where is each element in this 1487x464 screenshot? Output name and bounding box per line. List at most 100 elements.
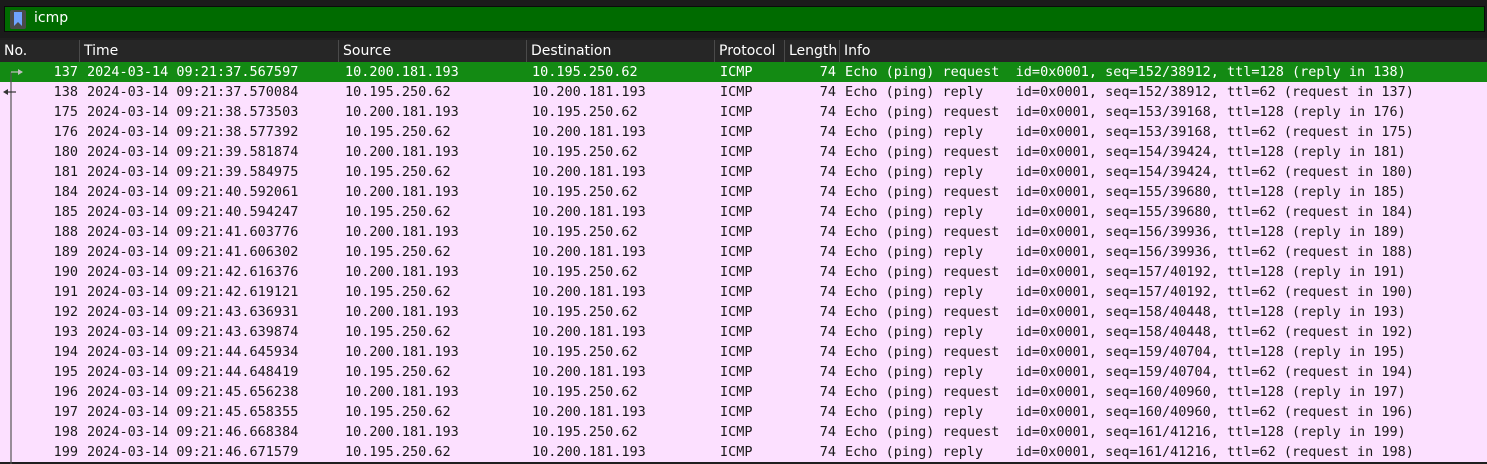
packet-time: 2024-03-14 09:21:37.567597 [87,64,299,80]
packet-time: 2024-03-14 09:21:39.581874 [87,144,299,160]
packet-protocol: ICMP [720,244,753,260]
packet-time: 2024-03-14 09:21:45.658355 [87,404,299,420]
packet-info: Echo (ping) reply id=0x0001, seq=153/391… [845,124,1414,140]
packet-list-header: No. Time Source Destination Protocol Len… [0,40,1487,62]
packet-protocol: ICMP [720,164,753,180]
packet-length: 74 [819,404,836,420]
column-header-source[interactable]: Source [339,40,527,62]
packet-destination: 10.200.181.193 [532,244,646,260]
packet-row[interactable]: 190 2024-03-14 09:21:42.616376 10.200.181.… [0,262,1487,282]
packet-time: 2024-03-14 09:21:38.577392 [87,124,299,140]
packet-row[interactable]: 181 2024-03-14 09:21:39.584975 10.195.250.… [0,162,1487,182]
packet-info: Echo (ping) request id=0x0001, seq=158/4… [845,304,1406,320]
packet-info: Echo (ping) request id=0x0001, seq=159/4… [845,344,1406,360]
packet-number: 185 [53,204,78,220]
packet-row[interactable]: 193 2024-03-14 09:21:43.639874 10.195.250.… [0,322,1487,342]
packet-source: 10.195.250.62 [345,244,451,260]
packet-source: 10.195.250.62 [345,324,451,340]
column-header-protocol[interactable]: Protocol [715,40,785,62]
packet-number: 195 [53,364,78,380]
packet-row[interactable]: 189 2024-03-14 09:21:41.606302 10.195.250.… [0,242,1487,262]
packet-info: Echo (ping) request id=0x0001, seq=154/3… [845,144,1406,160]
packet-destination: 10.200.181.193 [532,124,646,140]
packet-row[interactable]: 180 2024-03-14 09:21:39.581874 10.200.181.… [0,142,1487,162]
packet-source: 10.195.250.62 [345,444,451,460]
packet-time: 2024-03-14 09:21:42.616376 [87,264,299,280]
packet-protocol: ICMP [720,104,753,120]
packet-list: 137 2024-03-14 09:21:37.567597 10.200.181.… [0,62,1487,464]
packet-number: 198 [53,424,78,440]
packet-length: 74 [819,184,836,200]
reply-arrow-icon [3,89,8,95]
packet-source: 10.200.181.193 [345,304,459,320]
column-header-no[interactable]: No. [0,40,80,62]
packet-row[interactable]: 175 2024-03-14 09:21:38.573503 10.200.181.… [0,102,1487,122]
packet-protocol: ICMP [720,364,753,380]
packet-destination: 10.195.250.62 [532,144,638,160]
packet-row[interactable]: 198 2024-03-14 09:21:46.668384 10.200.181.… [0,422,1487,442]
column-header-destination[interactable]: Destination [527,40,715,62]
packet-info: Echo (ping) reply id=0x0001, seq=154/394… [845,164,1414,180]
packet-row[interactable]: 192 2024-03-14 09:21:43.636931 10.200.181.… [0,302,1487,322]
packet-number: 190 [53,264,78,280]
column-header-length[interactable]: Length [785,40,840,62]
packet-source: 10.200.181.193 [345,144,459,160]
packet-length: 74 [819,284,836,300]
packet-length: 74 [819,124,836,140]
packet-time: 2024-03-14 09:21:39.584975 [87,164,299,180]
packet-row[interactable]: 138 2024-03-14 09:21:37.570084 10.195.250.… [0,82,1487,102]
packet-time: 2024-03-14 09:21:46.668384 [87,424,299,440]
packet-time: 2024-03-14 09:21:43.636931 [87,304,299,320]
packet-time: 2024-03-14 09:21:38.573503 [87,104,299,120]
packet-number: 193 [53,324,78,340]
packet-length: 74 [819,144,836,160]
packet-row[interactable]: 184 2024-03-14 09:21:40.592061 10.200.181.… [0,182,1487,202]
packet-row[interactable]: 195 2024-03-14 09:21:44.648419 10.195.250.… [0,362,1487,382]
packet-number: 191 [53,284,78,300]
packet-time: 2024-03-14 09:21:44.648419 [87,364,299,380]
packet-source: 10.195.250.62 [345,124,451,140]
packet-row[interactable]: 176 2024-03-14 09:21:38.577392 10.195.250.… [0,122,1487,142]
column-header-time[interactable]: Time [80,40,339,62]
packet-destination: 10.195.250.62 [532,424,638,440]
packet-length: 74 [819,264,836,280]
packet-number: 137 [53,64,78,80]
packet-row[interactable]: 197 2024-03-14 09:21:45.658355 10.195.250.… [0,402,1487,422]
packet-destination: 10.195.250.62 [532,64,638,80]
packet-length: 74 [819,304,836,320]
packet-row[interactable]: 191 2024-03-14 09:21:42.619121 10.195.250.… [0,282,1487,302]
packet-info: Echo (ping) reply id=0x0001, seq=157/401… [845,284,1414,300]
packet-source: 10.195.250.62 [345,204,451,220]
packet-destination: 10.195.250.62 [532,224,638,240]
packet-length: 74 [819,164,836,180]
packet-length: 74 [819,324,836,340]
packet-protocol: ICMP [720,124,753,140]
packet-destination: 10.200.181.193 [532,284,646,300]
packet-protocol: ICMP [720,424,753,440]
packet-row[interactable]: 188 2024-03-14 09:21:41.603776 10.200.181.… [0,222,1487,242]
packet-row[interactable]: 199 2024-03-14 09:21:46.671579 10.195.250.… [0,442,1487,462]
packet-source: 10.200.181.193 [345,264,459,280]
packet-info: Echo (ping) reply id=0x0001, seq=156/399… [845,244,1414,260]
packet-protocol: ICMP [720,264,753,280]
packet-number: 197 [53,404,78,420]
packet-number: 138 [53,84,78,100]
packet-row[interactable]: 185 2024-03-14 09:21:40.594247 10.195.250.… [0,202,1487,222]
packet-length: 74 [819,224,836,240]
packet-destination: 10.200.181.193 [532,164,646,180]
packet-info: Echo (ping) request id=0x0001, seq=160/4… [845,384,1406,400]
packet-number: 189 [53,244,78,260]
packet-length: 74 [819,104,836,120]
packet-destination: 10.200.181.193 [532,84,646,100]
packet-row[interactable]: 137 2024-03-14 09:21:37.567597 10.200.181.… [0,62,1487,82]
packet-time: 2024-03-14 09:21:46.671579 [87,444,299,460]
packet-row[interactable]: 196 2024-03-14 09:21:45.656238 10.200.181.… [0,382,1487,402]
packet-info: Echo (ping) request id=0x0001, seq=161/4… [845,424,1406,440]
display-filter-input[interactable]: icmp [4,6,1485,32]
packet-source: 10.195.250.62 [345,404,451,420]
packet-destination: 10.195.250.62 [532,104,638,120]
column-header-info[interactable]: Info [840,40,1487,62]
bookmark-icon[interactable] [10,10,26,29]
packet-number: 184 [53,184,78,200]
packet-row[interactable]: 194 2024-03-14 09:21:44.645934 10.200.181.… [0,342,1487,362]
